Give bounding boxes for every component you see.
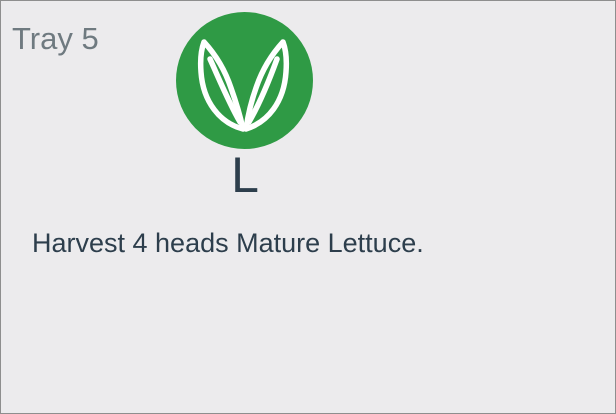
tray-card: Tray 5 L Harvest 4 heads Mature Lettuce.: [0, 0, 616, 414]
leaf-sprout-icon: [176, 12, 313, 149]
harvest-instruction: Harvest 4 heads Mature Lettuce.: [32, 228, 424, 258]
tray-title: Tray 5: [12, 21, 99, 56]
crop-letter: L: [231, 147, 259, 203]
